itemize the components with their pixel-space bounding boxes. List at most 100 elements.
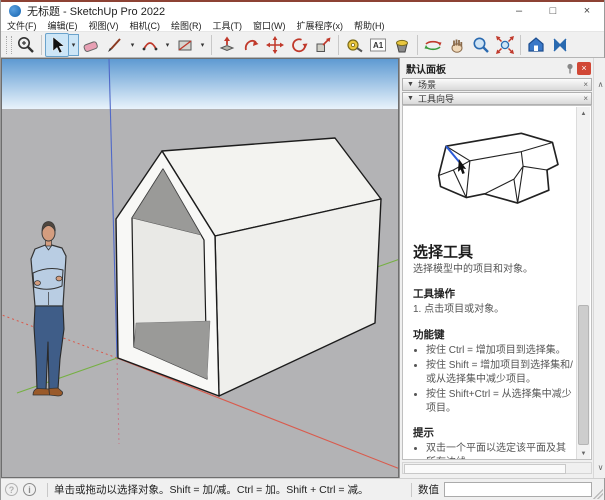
collapse-triangle-icon: ▼ <box>407 81 414 88</box>
toolbar-separator <box>211 35 212 55</box>
section-instructor[interactable]: ▼ 工具向导 × <box>402 92 592 105</box>
tray-scroll-down-icon[interactable]: ∨ <box>594 461 605 474</box>
line-tool-caret[interactable]: ▾ <box>127 34 138 56</box>
pan-tool-icon[interactable] <box>445 33 469 57</box>
section-close-icon[interactable]: × <box>583 80 588 89</box>
toolbar-separator <box>520 35 521 55</box>
menu-edit[interactable]: 编辑(E) <box>48 19 78 32</box>
rectangle-tool-caret[interactable]: ▾ <box>197 34 208 56</box>
3d-warehouse-icon[interactable] <box>524 33 548 57</box>
zoom-window-tool-icon[interactable] <box>14 33 38 57</box>
menu-file[interactable]: 文件(F) <box>7 19 37 32</box>
tips-list: 双击一个平面以选定该平面及其所有边线。 双击一条边线以选定该边线及与其共享的平面… <box>413 442 573 460</box>
drawing-viewport[interactable] <box>1 58 399 478</box>
select-tool-icon[interactable] <box>45 33 69 57</box>
instructor-panel-body: 选择工具 选择模型中的项目和对象。 工具操作 1. 点击项目或对象。 功能键 按… <box>402 105 592 460</box>
section-close-icon[interactable]: × <box>583 94 588 103</box>
arc-tool-icon[interactable] <box>138 33 162 57</box>
section-instructor-label: 工具向导 <box>418 92 454 105</box>
scroll-up-icon[interactable]: ▲ <box>577 107 590 120</box>
function-keys-list: 按住 Ctrl = 增加项目到选择集。 按住 Shift = 增加项目到选择集和… <box>413 344 573 416</box>
title-bar: 无标题 - SketchUp Pro 2022 – □ × <box>1 0 604 20</box>
tape-measure-tool-icon[interactable] <box>342 33 366 57</box>
scrollbar-thumb[interactable] <box>578 305 589 445</box>
instructor-content: 选择工具 选择模型中的项目和对象。 工具操作 1. 点击项目或对象。 功能键 按… <box>403 106 577 460</box>
status-hint-text: 单击或拖动以选择对象。Shift = 加/减。Ctrl = 加。Shift + … <box>54 482 368 497</box>
text-tool-icon[interactable]: A1 <box>366 33 390 57</box>
instructor-scrollbar[interactable]: ▲ ▼ <box>576 107 590 460</box>
section-scenes-label: 场景 <box>418 78 436 91</box>
menu-draw[interactable]: 绘图(R) <box>171 19 202 32</box>
sketchup-window: 无标题 - SketchUp Pro 2022 – □ × 文件(F) 编辑(E… <box>0 0 605 500</box>
line-tool-icon[interactable] <box>103 33 127 57</box>
scale-tool-icon[interactable] <box>311 33 335 57</box>
toolbar-grip <box>6 36 12 54</box>
menu-window[interactable]: 窗口(W) <box>253 19 286 32</box>
scroll-down-icon[interactable]: ▼ <box>577 447 590 460</box>
function-key-item: 按住 Shift = 增加项目到选择集和/或从选择集中减少项目。 <box>426 359 573 386</box>
function-key-item: 按住 Ctrl = 增加项目到选择集。 <box>426 344 573 358</box>
menu-view[interactable]: 视图(V) <box>89 19 119 32</box>
menu-camera[interactable]: 相机(C) <box>130 19 161 32</box>
function-key-item: 按住 Shift+Ctrl = 从选择集中减少项目。 <box>426 388 573 415</box>
sketchup-logo-icon <box>9 5 21 17</box>
eraser-tool-icon[interactable] <box>79 33 103 57</box>
tips-heading: 提示 <box>413 425 573 440</box>
instructor-title: 选择工具 <box>413 241 573 262</box>
measurements-label: 数值 <box>418 482 439 497</box>
pin-icon[interactable] <box>563 62 577 75</box>
orbit-tool-icon[interactable] <box>421 33 445 57</box>
menu-help[interactable]: 帮助(H) <box>354 19 385 32</box>
operation-heading: 工具操作 <box>413 286 573 301</box>
toolbar-separator <box>338 35 339 55</box>
follow-me-tool-icon[interactable] <box>239 33 263 57</box>
extension-warehouse-icon[interactable] <box>548 33 572 57</box>
instructor-subtitle: 选择模型中的项目和对象。 <box>413 263 573 276</box>
panel-title: 默认面板 <box>406 61 446 76</box>
close-button[interactable]: × <box>570 2 604 20</box>
minimize-button[interactable]: – <box>502 2 536 20</box>
svg-text:A1: A1 <box>373 41 384 50</box>
operation-item: 1. 点击项目或对象。 <box>413 303 573 317</box>
window-title: 无标题 - SketchUp Pro 2022 <box>27 3 165 19</box>
menu-extensions[interactable]: 扩展程序(x) <box>297 19 344 32</box>
scale-figure-person <box>31 222 66 397</box>
function-keys-heading: 功能键 <box>413 327 573 342</box>
horizontal-scrollbar[interactable] <box>402 462 592 474</box>
arc-tool-caret[interactable]: ▾ <box>162 34 173 56</box>
menu-tools[interactable]: 工具(T) <box>213 19 243 32</box>
default-tray-panel: 默认面板 × ▼ 场景 × ▼ 工具向导 × 选择工具 <box>399 58 605 478</box>
status-separator <box>47 483 48 497</box>
zoom-extents-tool-icon[interactable] <box>493 33 517 57</box>
toolbar: ▾ ▾ ▾ ▾ <box>1 32 604 58</box>
move-tool-icon[interactable] <box>263 33 287 57</box>
toolbar-separator <box>417 35 418 55</box>
toolbar-separator <box>41 35 42 55</box>
panel-header[interactable]: 默认面板 × <box>401 60 593 76</box>
maximize-button[interactable]: □ <box>536 2 570 20</box>
model-scene <box>2 59 399 478</box>
status-bar: ? i 单击或拖动以选择对象。Shift = 加/减。Ctrl = 加。Shif… <box>1 478 604 500</box>
tip-item: 双击一个平面以选定该平面及其所有边线。 <box>426 442 573 460</box>
paint-bucket-tool-icon[interactable] <box>390 33 414 57</box>
rotate-tool-icon[interactable] <box>287 33 311 57</box>
resize-grip[interactable] <box>593 489 603 499</box>
status-separator <box>411 483 412 497</box>
house-model <box>116 138 381 396</box>
section-scenes[interactable]: ▼ 场景 × <box>402 78 592 91</box>
info-icon[interactable]: i <box>23 483 36 496</box>
tray-scroll-up-icon[interactable]: ∧ <box>594 78 605 91</box>
horizontal-scrollbar-thumb[interactable] <box>404 464 566 474</box>
measurements-input[interactable] <box>444 482 592 497</box>
collapse-triangle-icon: ▼ <box>407 95 414 102</box>
help-icon[interactable]: ? <box>5 483 18 496</box>
instructor-house-sketch <box>413 114 569 226</box>
zoom-tool-icon[interactable] <box>469 33 493 57</box>
select-tool-caret[interactable]: ▾ <box>69 34 79 56</box>
tray-outer-scrollbar[interactable]: ∧ ∨ <box>593 58 605 478</box>
push-pull-tool-icon[interactable] <box>215 33 239 57</box>
menu-bar: 文件(F) 编辑(E) 视图(V) 相机(C) 绘图(R) 工具(T) 窗口(W… <box>1 20 604 32</box>
window-controls: – □ × <box>502 2 604 20</box>
rectangle-tool-icon[interactable] <box>173 33 197 57</box>
panel-close-button[interactable]: × <box>577 62 591 75</box>
